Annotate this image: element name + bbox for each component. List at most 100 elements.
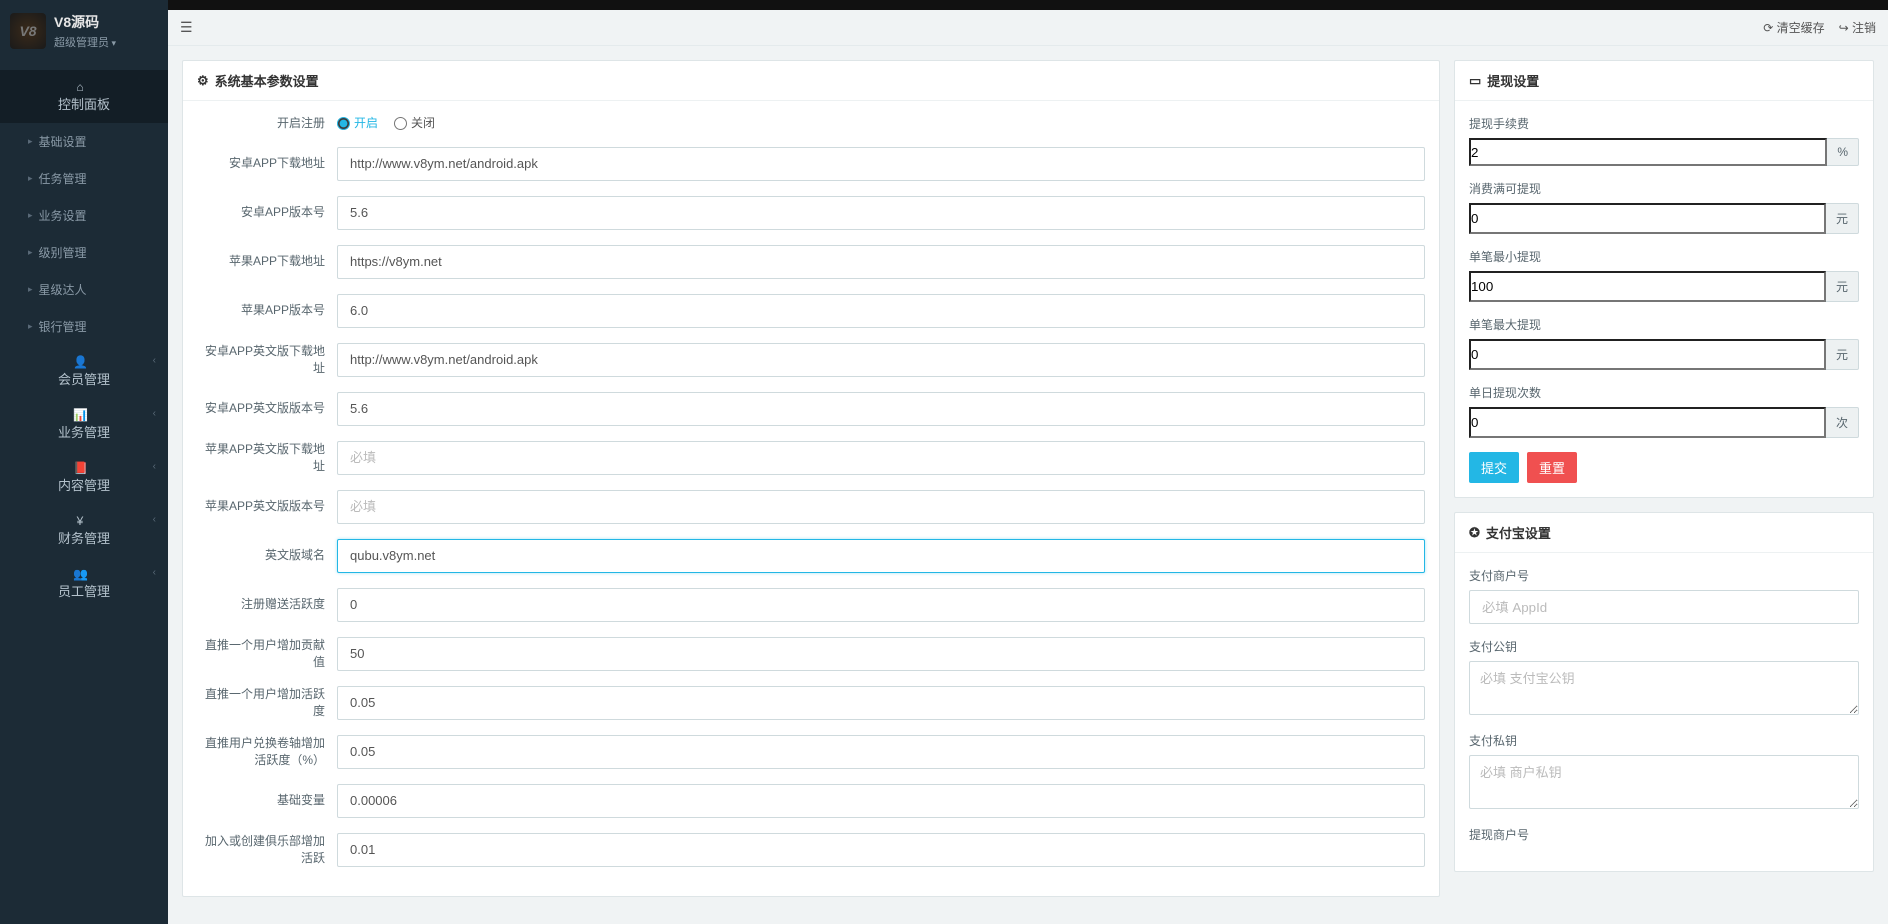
merchant-label: 支付商户号 bbox=[1469, 567, 1859, 584]
nav-business-label: 业务管理 bbox=[58, 422, 110, 441]
android-url-label: 安卓APP下载地址 bbox=[197, 155, 337, 172]
nav-business[interactable]: 📊业务管理 ‹ bbox=[0, 398, 168, 451]
withdraw-title: 提现设置 bbox=[1487, 71, 1539, 90]
en-domain-input[interactable] bbox=[337, 539, 1425, 573]
nav-members[interactable]: 👤会员管理‹ bbox=[0, 345, 168, 398]
nav-finance[interactable]: ¥财务管理 ‹ bbox=[0, 504, 168, 557]
logout-button[interactable]: ↪ 注销 bbox=[1839, 19, 1876, 36]
reset-button[interactable]: 重置 bbox=[1527, 452, 1577, 483]
brand-role[interactable]: 超级管理员 bbox=[54, 34, 116, 50]
join-club-label: 加入或创建俱乐部增加活跃 bbox=[197, 833, 337, 867]
android-en-ver-input[interactable] bbox=[337, 392, 1425, 426]
radio-on-input[interactable] bbox=[337, 117, 350, 130]
nav-sub-star[interactable]: 星级达人 bbox=[0, 271, 168, 308]
withdraw-panel: ▭提现设置 提现手续费 % 消费满可提现 元 单笔最小提现 元 bbox=[1454, 60, 1874, 498]
nav-staff-label: 员工管理 bbox=[58, 581, 110, 600]
radio-off[interactable]: 关闭 bbox=[394, 115, 435, 132]
system-params-panel: ⚙系统基本参数设置 开启注册 开启 关闭 安卓APP下载地址 安卓APP版本号 … bbox=[182, 60, 1440, 897]
ios-en-url-label: 苹果APP英文版下载地址 bbox=[197, 441, 337, 475]
nav-content-label: 内容管理 bbox=[58, 475, 110, 494]
submit-button[interactable]: 提交 bbox=[1469, 452, 1519, 483]
radio-on-label: 开启 bbox=[354, 115, 378, 132]
yuan-unit2: 元 bbox=[1826, 271, 1859, 302]
android-url-input[interactable] bbox=[337, 147, 1425, 181]
direct-contrib-label: 直推一个用户增加贡献值 bbox=[197, 637, 337, 671]
gear-icon: ✪ bbox=[1469, 525, 1480, 541]
daily-count-input[interactable] bbox=[1469, 407, 1826, 438]
android-ver-input[interactable] bbox=[337, 196, 1425, 230]
topbar-dark bbox=[168, 0, 1888, 10]
radio-off-label: 关闭 bbox=[411, 115, 435, 132]
nav-sub-bank[interactable]: 银行管理 bbox=[0, 308, 168, 345]
alipay-title: 支付宝设置 bbox=[1486, 523, 1551, 542]
android-en-ver-label: 安卓APP英文版版本号 bbox=[197, 400, 337, 417]
chevron-left-icon: ‹ bbox=[153, 461, 156, 472]
ios-ver-input[interactable] bbox=[337, 294, 1425, 328]
android-en-url-label: 安卓APP英文版下载地址 bbox=[197, 343, 337, 377]
nav-staff[interactable]: 👥员工管理 ‹ bbox=[0, 557, 168, 610]
nav-finance-label: 财务管理 bbox=[58, 528, 110, 547]
chevron-left-icon: ‹ bbox=[153, 408, 156, 419]
clear-cache-button[interactable]: ⟳ 清空缓存 bbox=[1763, 19, 1824, 36]
pubkey-label: 支付公钥 bbox=[1469, 638, 1859, 655]
menu-toggle-icon[interactable]: ☰ bbox=[180, 19, 193, 36]
nav-sub-basic[interactable]: 基础设置 bbox=[0, 123, 168, 160]
base-var-input[interactable] bbox=[337, 784, 1425, 818]
money-icon: ¥ bbox=[73, 514, 87, 528]
times-unit: 次 bbox=[1826, 407, 1859, 438]
min-consume-label: 消费满可提现 bbox=[1469, 180, 1859, 197]
logo-icon: V8 bbox=[10, 13, 46, 49]
withdraw-merchant-label: 提现商户号 bbox=[1469, 826, 1859, 843]
nav-content[interactable]: 📕内容管理‹ bbox=[0, 451, 168, 504]
direct-active-label: 直推一个用户增加活跃度 bbox=[197, 686, 337, 720]
android-en-url-input[interactable] bbox=[337, 343, 1425, 377]
nav-sub-task[interactable]: 任务管理 bbox=[0, 160, 168, 197]
max-single-input[interactable] bbox=[1469, 339, 1826, 370]
direct-contrib-input[interactable] bbox=[337, 637, 1425, 671]
alipay-panel: ✪支付宝设置 支付商户号 支付公钥 支付私钥 bbox=[1454, 512, 1874, 872]
reg-bonus-input[interactable] bbox=[337, 588, 1425, 622]
min-consume-input[interactable] bbox=[1469, 203, 1826, 234]
fee-input[interactable] bbox=[1469, 138, 1827, 166]
main-area: ☰ ⟳ 清空缓存 ↪ 注销 ⚙系统基本参数设置 开启注册 开启 关闭 bbox=[168, 0, 1888, 924]
max-single-label: 单笔最大提现 bbox=[1469, 316, 1859, 333]
logo-area: V8 V8源码 超级管理员 bbox=[0, 0, 168, 62]
pubkey-textarea[interactable] bbox=[1469, 661, 1859, 715]
ios-en-ver-label: 苹果APP英文版版本号 bbox=[197, 498, 337, 515]
ios-en-url-input[interactable] bbox=[337, 441, 1425, 475]
min-single-input[interactable] bbox=[1469, 271, 1826, 302]
daily-count-label: 单日提现次数 bbox=[1469, 384, 1859, 401]
yuan-unit: 元 bbox=[1826, 203, 1859, 234]
ios-en-ver-input[interactable] bbox=[337, 490, 1425, 524]
chevron-left-icon: ‹ bbox=[153, 514, 156, 525]
fee-label: 提现手续费 bbox=[1469, 115, 1859, 132]
user-icon: 👤 bbox=[73, 355, 87, 369]
privkey-textarea[interactable] bbox=[1469, 755, 1859, 809]
open-register-label: 开启注册 bbox=[197, 115, 337, 132]
ios-url-label: 苹果APP下载地址 bbox=[197, 253, 337, 270]
topbar: ☰ ⟳ 清空缓存 ↪ 注销 bbox=[168, 10, 1888, 46]
fee-unit: % bbox=[1827, 138, 1859, 166]
nav-sub-level[interactable]: 级别管理 bbox=[0, 234, 168, 271]
briefcase-icon: 📊 bbox=[73, 408, 87, 422]
chevron-left-icon: ‹ bbox=[153, 355, 156, 366]
nav-dashboard-label: 控制面板 bbox=[58, 94, 110, 113]
direct-exchange-input[interactable] bbox=[337, 735, 1425, 769]
ios-ver-label: 苹果APP版本号 bbox=[197, 302, 337, 319]
direct-active-input[interactable] bbox=[337, 686, 1425, 720]
clear-cache-label: 清空缓存 bbox=[1777, 21, 1825, 35]
radio-off-input[interactable] bbox=[394, 117, 407, 130]
yuan-unit3: 元 bbox=[1826, 339, 1859, 370]
radio-on[interactable]: 开启 bbox=[337, 115, 378, 132]
chevron-left-icon: ‹ bbox=[153, 567, 156, 578]
direct-exchange-label: 直推用户兑换卷轴增加活跃度（%） bbox=[197, 735, 337, 769]
logout-label: 注销 bbox=[1852, 21, 1876, 35]
en-domain-label: 英文版域名 bbox=[197, 547, 337, 564]
join-club-input[interactable] bbox=[337, 833, 1425, 867]
nav-sub-biz[interactable]: 业务设置 bbox=[0, 197, 168, 234]
users-icon: 👥 bbox=[73, 567, 87, 581]
home-icon: ⌂ bbox=[73, 80, 87, 94]
ios-url-input[interactable] bbox=[337, 245, 1425, 279]
merchant-input[interactable] bbox=[1469, 590, 1859, 624]
nav-dashboard[interactable]: ⌂控制面板 bbox=[0, 70, 168, 123]
